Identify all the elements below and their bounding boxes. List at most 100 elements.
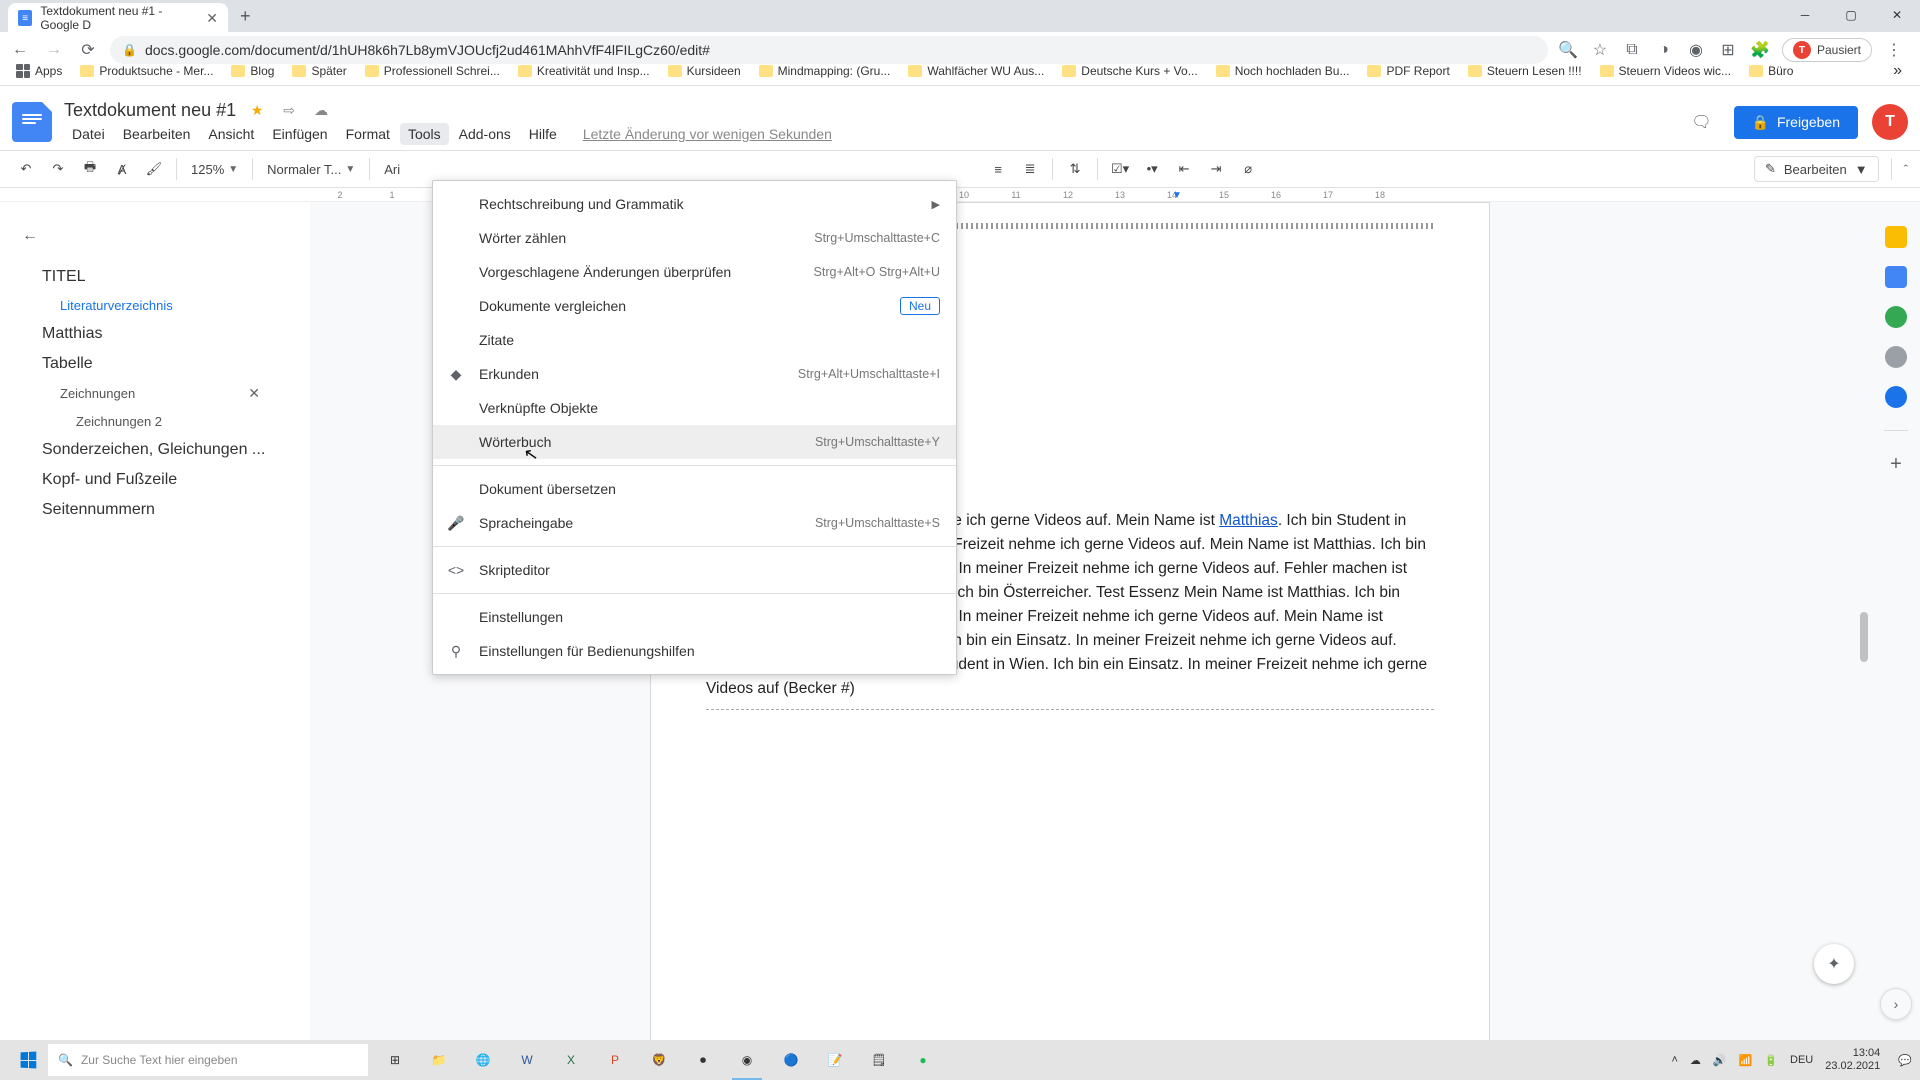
bookmark-item[interactable]: Produktsuche - Mer... bbox=[74, 61, 219, 81]
bookmark-item[interactable]: Professionell Schrei... bbox=[359, 61, 506, 81]
edge2-button[interactable]: 🔵 bbox=[770, 1040, 812, 1080]
checklist-button[interactable]: ☑▾ bbox=[1106, 155, 1134, 183]
bookmark-apps[interactable]: Apps bbox=[10, 61, 68, 81]
menu-item[interactable]: Wörter zählenStrg+Umschalttaste+C bbox=[433, 221, 956, 255]
outline-item[interactable]: Zeichnungen✕ bbox=[12, 379, 290, 408]
menu-item[interactable]: ◆ErkundenStrg+Alt+Umschalttaste+I bbox=[433, 357, 956, 391]
menu-item[interactable]: Einstellungen bbox=[433, 600, 956, 634]
explorer-button[interactable]: 📁 bbox=[418, 1040, 460, 1080]
side-panel-collapse-button[interactable]: › bbox=[1880, 988, 1912, 1020]
menu-view[interactable]: Ansicht bbox=[200, 123, 262, 145]
cloud-status-icon[interactable]: ☁ bbox=[310, 99, 332, 121]
outline-item[interactable]: Matthias bbox=[12, 319, 290, 349]
scrollbar-thumb[interactable] bbox=[1860, 612, 1868, 662]
extension3-icon[interactable]: ⊞ bbox=[1718, 40, 1738, 60]
zoom-icon[interactable]: 🔍 bbox=[1558, 40, 1578, 60]
extension2-icon[interactable]: ◉ bbox=[1686, 40, 1706, 60]
bookmark-item[interactable]: Wahlfächer WU Aus... bbox=[902, 61, 1050, 81]
brave-button[interactable]: 🦁 bbox=[638, 1040, 680, 1080]
reader-icon[interactable]: ⧉ bbox=[1622, 40, 1642, 60]
dedent-button[interactable]: ⇤ bbox=[1170, 155, 1198, 183]
notes-button[interactable]: 📝 bbox=[814, 1040, 856, 1080]
menu-help[interactable]: Hilfe bbox=[521, 123, 565, 145]
obs-button[interactable]: ⏺ bbox=[682, 1040, 724, 1080]
profile-paused-button[interactable]: T Pausiert bbox=[1782, 38, 1872, 62]
tab-close-icon[interactable]: ✕ bbox=[206, 10, 218, 27]
docs-logo-icon[interactable] bbox=[12, 102, 52, 142]
bookmark-item[interactable]: Blog bbox=[225, 61, 280, 81]
outline-item[interactable]: Kopf- und Fußzeile bbox=[12, 465, 290, 495]
move-document-icon[interactable]: ⇨ bbox=[278, 99, 300, 121]
menu-addons[interactable]: Add-ons bbox=[451, 123, 519, 145]
bookmark-item[interactable]: Deutsche Kurs + Vo... bbox=[1056, 61, 1203, 81]
menu-item[interactable]: Verknüpfte Objekte bbox=[433, 391, 956, 425]
star-document-icon[interactable]: ★ bbox=[246, 99, 268, 121]
calendar-icon[interactable] bbox=[1885, 266, 1907, 288]
font-dropdown[interactable]: Ari bbox=[378, 158, 406, 181]
star-icon[interactable]: ☆ bbox=[1590, 40, 1610, 60]
outline-item[interactable]: TITEL bbox=[12, 262, 290, 292]
menu-file[interactable]: Datei bbox=[64, 123, 113, 145]
menu-item[interactable]: 🎤SpracheingabeStrg+Umschalttaste+S bbox=[433, 506, 956, 540]
new-tab-button[interactable]: + bbox=[232, 6, 259, 27]
line-spacing-button[interactable]: ⇅ bbox=[1061, 155, 1089, 183]
close-button[interactable]: ✕ bbox=[1874, 0, 1920, 30]
bookmark-item[interactable]: Noch hochladen Bu... bbox=[1210, 61, 1356, 81]
outline-item[interactable]: Seitennummern bbox=[12, 495, 290, 525]
extensions-puzzle-icon[interactable]: 🧩 bbox=[1750, 40, 1770, 60]
outline-item[interactable]: Tabelle bbox=[12, 349, 290, 379]
word-button[interactable]: W bbox=[506, 1040, 548, 1080]
menu-tools[interactable]: Tools bbox=[400, 123, 449, 145]
powerpoint-button[interactable]: P bbox=[594, 1040, 636, 1080]
browser-tab[interactable]: ≡ Textdokument neu #1 - Google D ✕ bbox=[8, 3, 228, 33]
menu-item[interactable]: ⚲Einstellungen für Bedienungshilfen bbox=[433, 634, 956, 668]
excel-button[interactable]: X bbox=[550, 1040, 592, 1080]
style-dropdown[interactable]: Normaler T...▼ bbox=[261, 158, 361, 181]
bullet-list-button[interactable]: •▾ bbox=[1138, 155, 1166, 183]
taskview-button[interactable]: ⊞ bbox=[374, 1040, 416, 1080]
undo-button[interactable]: ↶ bbox=[12, 155, 40, 183]
chrome-menu-icon[interactable]: ⋮ bbox=[1884, 40, 1904, 60]
print-button[interactable]: 🖶 bbox=[76, 155, 104, 183]
bookmark-item[interactable]: Steuern Lesen !!!! bbox=[1462, 61, 1588, 81]
bookmark-item[interactable]: Kreativität und Insp... bbox=[512, 61, 656, 81]
hide-menus-button[interactable]: ˆ bbox=[1904, 162, 1908, 177]
bookmark-item[interactable]: Steuern Videos wic... bbox=[1594, 61, 1738, 81]
bookmark-item[interactable]: Kursideen bbox=[662, 61, 747, 81]
bookmarks-overflow-icon[interactable]: » bbox=[1885, 62, 1910, 80]
zoom-dropdown[interactable]: 125%▼ bbox=[185, 158, 244, 181]
outline-item[interactable]: Zeichnungen 2 bbox=[12, 408, 290, 435]
menu-item[interactable]: Rechtschreibung und Grammatik▶ bbox=[433, 187, 956, 221]
menu-item[interactable]: Vorgeschlagene Änderungen überprüfenStrg… bbox=[433, 255, 956, 289]
minimize-button[interactable]: ─ bbox=[1782, 0, 1828, 30]
menu-item[interactable]: <>Skripteditor bbox=[433, 553, 956, 587]
tray-clock[interactable]: 13:04 23.02.2021 bbox=[1825, 1047, 1886, 1073]
indent-button[interactable]: ⇥ bbox=[1202, 155, 1230, 183]
editing-mode-dropdown[interactable]: ✎ Bearbeiten ▼ bbox=[1754, 156, 1879, 182]
tray-cloud-icon[interactable]: ☁ bbox=[1690, 1054, 1701, 1067]
menu-format[interactable]: Format bbox=[338, 123, 398, 145]
bookmark-item[interactable]: PDF Report bbox=[1361, 61, 1455, 81]
spotify-button[interactable]: ● bbox=[902, 1040, 944, 1080]
tray-wifi-icon[interactable]: 📶 bbox=[1739, 1054, 1753, 1067]
taskbar-search[interactable]: 🔍 Zur Suche Text hier eingeben bbox=[48, 1044, 368, 1076]
menu-item[interactable]: Dokument übersetzen bbox=[433, 472, 956, 506]
document-title[interactable]: Textdokument neu #1 bbox=[64, 100, 236, 121]
extension-icon[interactable]: ◑ bbox=[1654, 40, 1674, 60]
forward-button[interactable]: → bbox=[42, 38, 66, 62]
menu-edit[interactable]: Bearbeiten bbox=[115, 123, 199, 145]
align-center-button[interactable]: ≣ bbox=[1016, 155, 1044, 183]
maximize-button[interactable]: ▢ bbox=[1828, 0, 1874, 30]
redo-button[interactable]: ↷ bbox=[44, 155, 72, 183]
start-button[interactable] bbox=[8, 1040, 48, 1080]
menu-item[interactable]: Dokumente vergleichenNeu bbox=[433, 289, 956, 323]
notifications-button[interactable]: 💬 bbox=[1898, 1054, 1912, 1067]
last-change-link[interactable]: Letzte Änderung vor wenigen Sekunden bbox=[575, 123, 840, 145]
comments-button[interactable]: 🗨 bbox=[1684, 104, 1720, 140]
align-left-button[interactable]: ≡ bbox=[984, 155, 1012, 183]
explore-fab-button[interactable]: ✦ bbox=[1814, 944, 1854, 984]
clear-format-button[interactable]: ⌀ bbox=[1234, 155, 1262, 183]
tasks-icon[interactable] bbox=[1885, 306, 1907, 328]
outline-item[interactable]: Sonderzeichen, Gleichungen ... bbox=[12, 435, 290, 465]
edge-button[interactable]: 🌐 bbox=[462, 1040, 504, 1080]
